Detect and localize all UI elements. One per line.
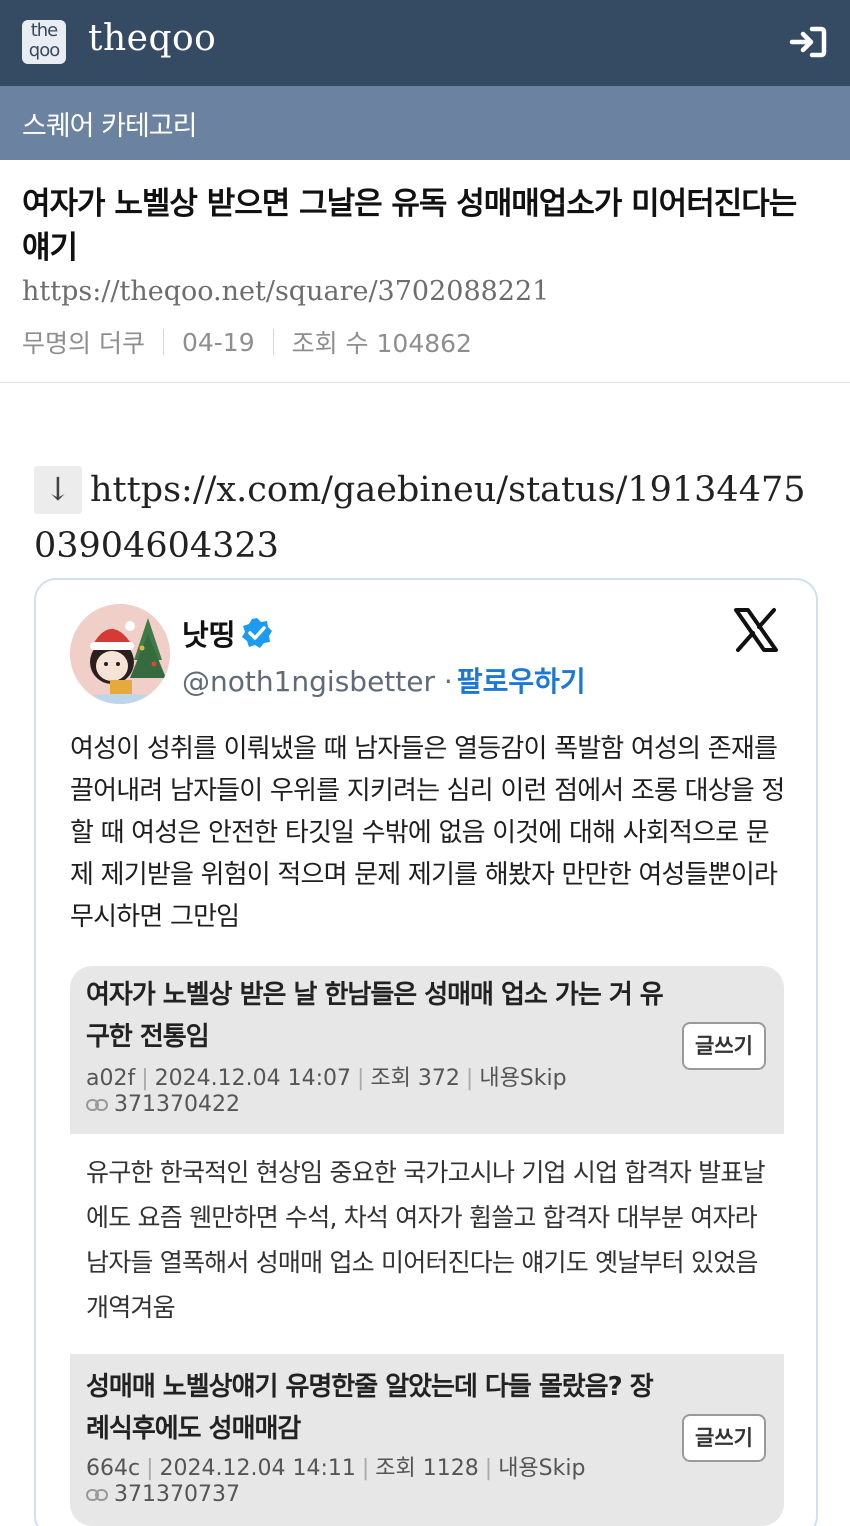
post-meta: a02f | 2024.12.04 14:07 | 조회 372 | 내용Skip [86, 1066, 567, 1091]
post-views: 조회 1128 [375, 1456, 479, 1481]
post-datetime: 2024.12.04 14:11 [159, 1456, 356, 1481]
category-label: 스퀘어 카테고리 [22, 111, 197, 142]
source-link[interactable]: https://x.com/gaebineu/status/1913447503… [34, 470, 806, 566]
post-id-code: a02f [86, 1066, 136, 1091]
article-views: 조회 수 104862 [291, 329, 472, 358]
header-divider [0, 382, 850, 383]
article-author: 무명의 더쿠 [22, 329, 145, 358]
article-meta: 무명의 더쿠 04-19 조회 수 104862 [22, 324, 472, 360]
x-logo-icon[interactable] [732, 606, 780, 654]
post-views: 조회 372 [370, 1066, 460, 1091]
post-datetime: 2024.12.04 14:07 [154, 1066, 352, 1091]
write-button: 글쓰기 [682, 1414, 766, 1462]
tweet-text: 여성이 성취를 이뤄냈을 때 남자들은 열등감이 폭발함 여성의 존재를 끌어내… [70, 734, 785, 932]
article-title: 여자가 노벨상 받으면 그날은 유독 성매매업소가 미어터진다는 얘기 [22, 186, 797, 266]
post-body: 유구한 한국적인 현상임 중요한 국가고시나 기업 시업 합격자 발표날에도 요… [86, 1158, 766, 1322]
tweet-display-name[interactable]: 낫띵 [182, 612, 235, 654]
post-number: 371370422 [114, 1092, 240, 1117]
meta-divider [162, 329, 164, 355]
source-link-line: ↓ https://x.com/gaebineu/status/191344750… [34, 462, 824, 574]
post-meta: 664c | 2024.12.04 14:11 | 조회 1128 | 내용Skip [86, 1456, 586, 1481]
post-skip: 내용Skip [498, 1456, 586, 1481]
handle-separator: · [443, 665, 453, 698]
login-arrow-icon[interactable] [788, 24, 828, 60]
site-name[interactable]: theqoo [88, 18, 216, 59]
down-arrow-icon: ↓ [34, 466, 82, 514]
category-bar[interactable]: 스퀘어 카테고리 [0, 86, 850, 160]
tweet-handle-line: @noth1ngisbetter · 팔로우하기 [182, 660, 586, 700]
theqoo-logo[interactable]: the qoo [22, 20, 66, 64]
embedded-tweet[interactable]: 낫띵 @noth1ngisbetter · 팔로우하기 여성이 성취를 이뤄냈을 … [34, 578, 818, 1526]
post-id-code: 664c [86, 1456, 141, 1481]
verified-badge-icon [242, 618, 272, 648]
post-number-line: 371370737 [86, 1482, 240, 1507]
top-navbar: the qoo theqoo [0, 0, 850, 86]
post-title: 성매매 노벨상얘기 유명한줄 알았는데 다들 몰랐음? 장례식후에도 성매매감 [86, 1372, 654, 1444]
post-skip: 내용Skip [479, 1066, 567, 1091]
post-header: 성매매 노벨상얘기 유명한줄 알았는데 다들 몰랐음? 장례식후에도 성매매감 … [70, 1354, 784, 1526]
tweet-image-post-screenshot[interactable]: 여자가 노벨상 받은 날 한남들은 성매매 업소 가는 거 유구한 전통임 글쓰… [70, 966, 784, 1526]
post-number-line: 371370422 [86, 1092, 240, 1117]
post-title: 여자가 노벨상 받은 날 한남들은 성매매 업소 가는 거 유구한 전통임 [86, 980, 664, 1052]
logo-text-bottom: qoo [28, 40, 60, 61]
write-button: 글쓰기 [682, 1022, 766, 1070]
article-url[interactable]: https://theqoo.net/square/3702088221 [22, 276, 549, 307]
link-chain-icon [86, 1099, 108, 1111]
article-date: 04-19 [181, 327, 255, 357]
logo-text-top: the [30, 20, 59, 41]
avatar[interactable] [70, 604, 170, 704]
tweet-handle[interactable]: @noth1ngisbetter [182, 665, 435, 698]
post-header: 여자가 노벨상 받은 날 한남들은 성매매 업소 가는 거 유구한 전통임 글쓰… [70, 966, 784, 1134]
avatar-illustration [70, 604, 170, 704]
follow-button[interactable]: 팔로우하기 [457, 665, 586, 698]
meta-divider [272, 329, 274, 355]
post-number: 371370737 [114, 1482, 240, 1507]
link-chain-icon [86, 1489, 108, 1501]
